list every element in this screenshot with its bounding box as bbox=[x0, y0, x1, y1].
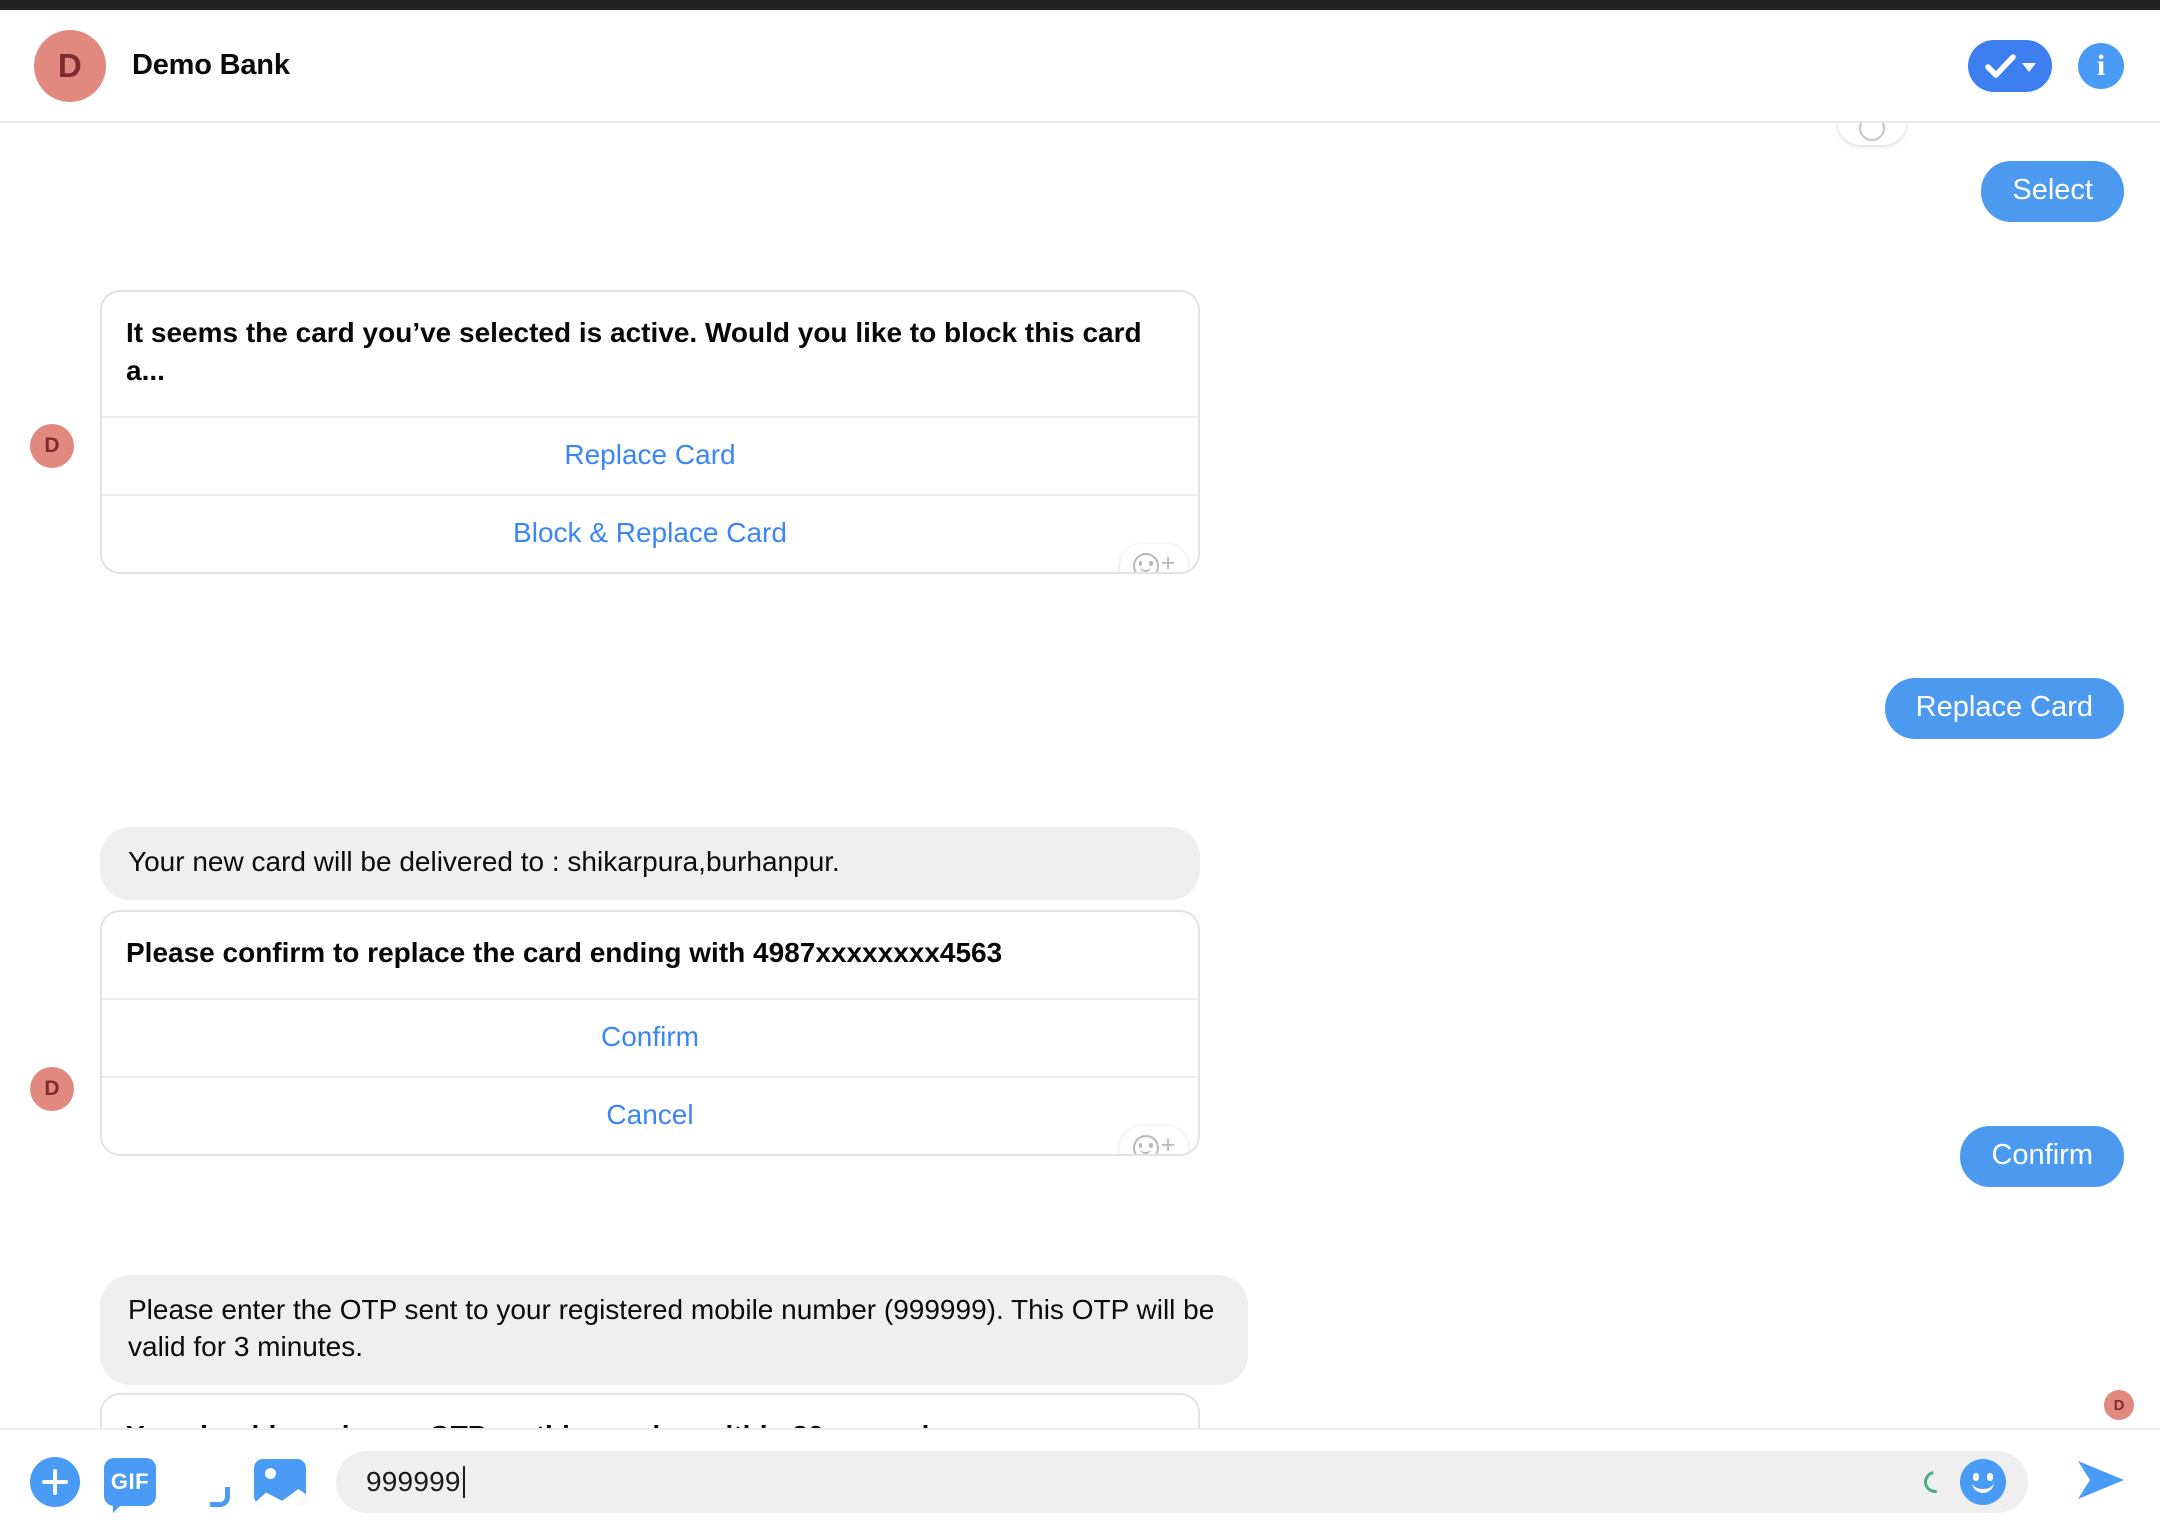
message-composer: GIF 999999 bbox=[0, 1428, 2160, 1534]
message-thread[interactable]: Select D It seems the card you’ve select… bbox=[0, 123, 2160, 1428]
message-row-outgoing: Replace Card bbox=[0, 678, 2160, 739]
gif-button[interactable]: GIF bbox=[104, 1458, 156, 1513]
gif-icon: GIF bbox=[104, 1458, 156, 1513]
send-icon bbox=[2078, 1460, 2124, 1499]
message-row-incoming: D It seems the card you’ve selected is a… bbox=[0, 290, 2160, 575]
template-card: It seems the card you’ve selected is act… bbox=[100, 290, 1200, 575]
message-row-incoming: D Your new card will be delivered to : s… bbox=[0, 827, 2160, 1157]
avatar: D bbox=[30, 1067, 74, 1111]
conversation-identity[interactable]: D Demo Bank bbox=[34, 29, 290, 102]
smiley-icon bbox=[1859, 123, 1885, 141]
message-input[interactable]: 999999 bbox=[366, 1466, 1924, 1498]
photo-button[interactable] bbox=[254, 1459, 306, 1505]
card-button-block-and-replace-card[interactable]: Block & Replace Card bbox=[102, 494, 1198, 572]
text-caret bbox=[462, 1466, 465, 1498]
sticker-icon bbox=[180, 1457, 230, 1507]
send-button[interactable] bbox=[2072, 1455, 2128, 1510]
card-title: Please confirm to replace the card endin… bbox=[126, 936, 1003, 968]
messenger-window: D Demo Bank i Select D It seems the card… bbox=[0, 0, 2160, 1534]
info-button[interactable]: i bbox=[2078, 42, 2124, 89]
avatar: D bbox=[30, 424, 74, 468]
message-bubble-incoming: Your new card will be delivered to : shi… bbox=[100, 827, 1200, 900]
gif-label: GIF bbox=[110, 1469, 150, 1494]
card-button-replace-card[interactable]: Replace Card bbox=[102, 416, 1198, 494]
template-card: You should receive an OTP on this number… bbox=[100, 1392, 1200, 1428]
seen-receipt-avatar: D bbox=[2104, 1390, 2134, 1420]
photo-icon bbox=[254, 1459, 306, 1505]
message-row-outgoing: Select bbox=[0, 161, 2160, 222]
plus-icon: + bbox=[1160, 548, 1176, 575]
card-title: You should receive an OTP on this number… bbox=[102, 1395, 1198, 1428]
message-bubble-incoming: Please enter the OTP sent to your regist… bbox=[100, 1275, 1248, 1385]
chevron-down-icon bbox=[2022, 62, 2036, 72]
message-row-outgoing: Confirm bbox=[0, 1126, 2160, 1187]
add-attachment-button[interactable] bbox=[30, 1457, 80, 1507]
emoji-smiley-icon[interactable] bbox=[1960, 1459, 2006, 1505]
card-title: It seems the card you’ve selected is act… bbox=[126, 317, 1142, 387]
message-bubble-outgoing[interactable]: Replace Card bbox=[1884, 678, 2124, 739]
smiley-icon bbox=[1132, 553, 1159, 573]
avatar: D bbox=[34, 29, 106, 102]
info-icon: i bbox=[2096, 48, 2106, 82]
message-bubble-outgoing[interactable]: Confirm bbox=[1960, 1126, 2124, 1187]
header-actions: i bbox=[1968, 39, 2124, 92]
template-card: Please confirm to replace the card endin… bbox=[100, 909, 1200, 1157]
message-input-value: 999999 bbox=[366, 1466, 461, 1497]
add-reaction-button[interactable]: + bbox=[1120, 544, 1188, 575]
check-icon bbox=[1985, 53, 2016, 78]
check-status-button[interactable] bbox=[1968, 39, 2052, 92]
add-reaction-icon[interactable] bbox=[1838, 123, 1906, 145]
loading-spinner-icon bbox=[1919, 1466, 1951, 1498]
page-title: Demo Bank bbox=[132, 49, 290, 81]
window-top-strip bbox=[0, 0, 2160, 10]
card-button-confirm[interactable]: Confirm bbox=[102, 998, 1198, 1076]
message-bubble-outgoing[interactable]: Select bbox=[1981, 161, 2124, 222]
message-row-incoming: D Please enter the OTP sent to your regi… bbox=[0, 1275, 2160, 1428]
plus-circle-icon bbox=[30, 1457, 80, 1507]
conversation-header: D Demo Bank i bbox=[0, 10, 2160, 123]
message-input-wrapper[interactable]: 999999 bbox=[336, 1451, 2028, 1513]
sticker-button[interactable] bbox=[180, 1457, 230, 1507]
